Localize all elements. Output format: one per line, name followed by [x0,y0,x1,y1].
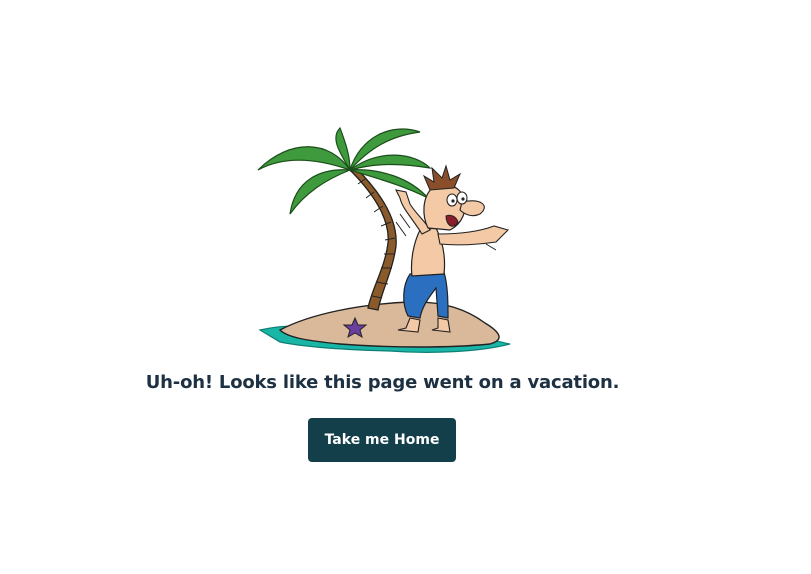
take-me-home-button[interactable]: Take me Home [308,418,456,462]
man-hair [422,164,462,191]
sand-island [278,301,500,348]
man-head [423,183,466,231]
castaway-island-illustration [257,126,511,353]
not-found-page: Uh-oh! Looks like this page went on a va… [0,0,811,574]
error-message: Uh-oh! Looks like this page went on a va… [145,372,620,393]
